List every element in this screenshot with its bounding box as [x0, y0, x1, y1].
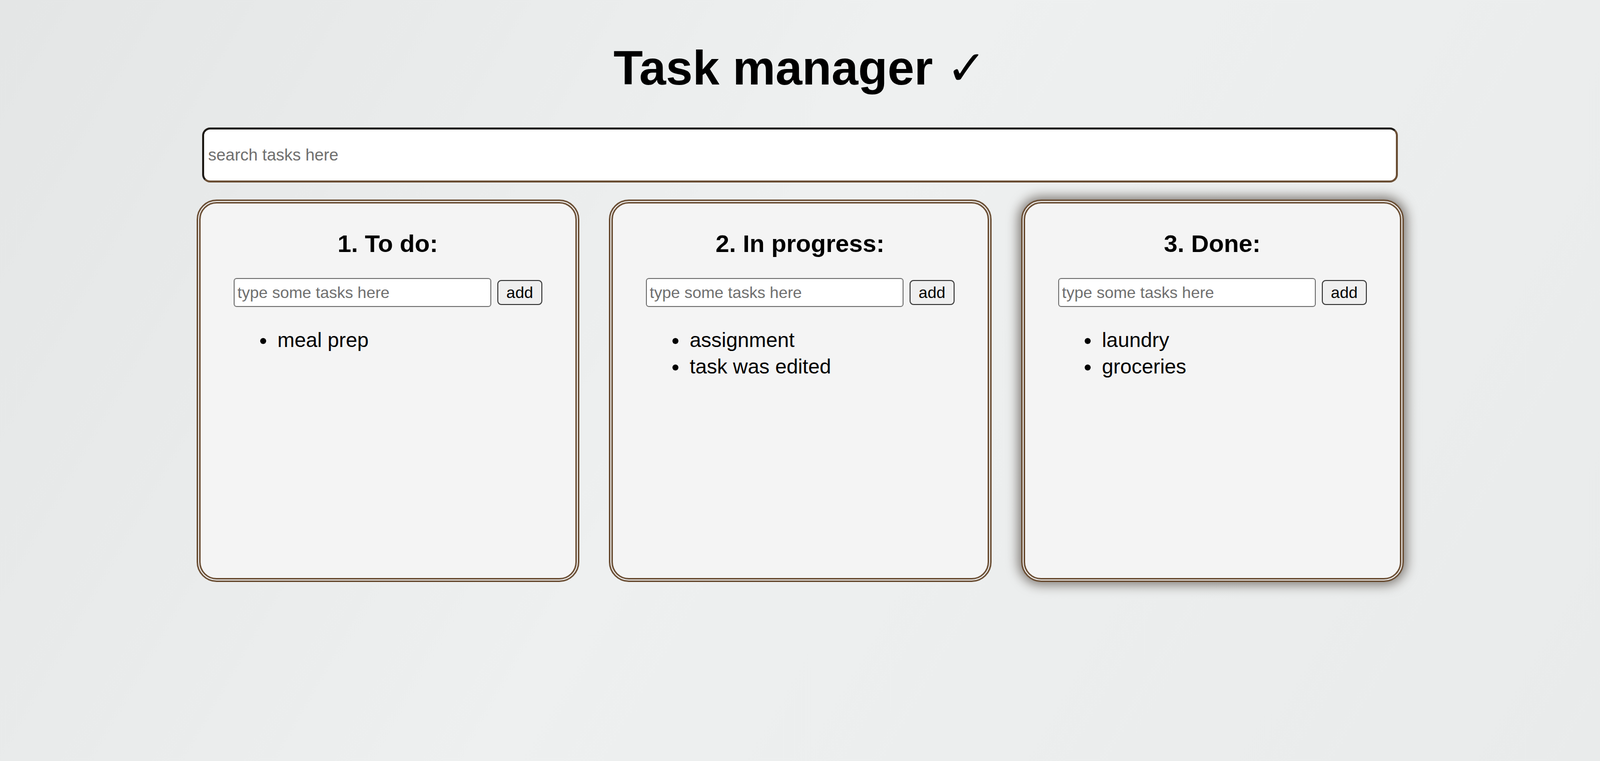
- task-item[interactable]: task was edited: [687, 353, 958, 381]
- add-button[interactable]: add: [1321, 280, 1367, 306]
- add-button[interactable]: add: [909, 280, 955, 306]
- add-button[interactable]: add: [497, 280, 542, 306]
- column-heading: 3. Done:: [1055, 228, 1370, 260]
- add-task-row: add: [1055, 278, 1370, 308]
- task-list: laundrygroceries: [1055, 327, 1370, 381]
- task-column: 1. To do: add meal prep: [196, 199, 580, 583]
- task-input[interactable]: [1058, 278, 1317, 308]
- task-item[interactable]: meal prep: [275, 327, 546, 354]
- task-column: 2. In progress: add assignmenttask was edi…: [608, 199, 992, 583]
- add-task-row: add: [642, 278, 958, 308]
- task-input[interactable]: [645, 278, 905, 308]
- add-task-row: add: [230, 278, 546, 308]
- task-item[interactable]: groceries: [1100, 353, 1370, 381]
- task-list: assignmenttask was edited: [642, 327, 958, 381]
- task-column: 3. Done: add laundrygroceries: [1021, 199, 1404, 583]
- task-list: meal prep: [230, 327, 546, 354]
- task-item[interactable]: laundry: [1100, 327, 1370, 354]
- task-manager-app: Task manager ✓ 1. To do: add meal prep 2. In…: [0, 0, 1600, 583]
- task-input[interactable]: [233, 278, 492, 308]
- page-title: Task manager ✓: [608, 39, 992, 97]
- column-heading: 1. To do:: [230, 228, 546, 260]
- column-heading: 2. In progress:: [642, 228, 958, 260]
- search-input[interactable]: [202, 127, 1398, 183]
- task-columns: 1. To do: add meal prep 2. In progress: add a…: [196, 199, 1404, 583]
- task-item[interactable]: assignment: [687, 327, 958, 354]
